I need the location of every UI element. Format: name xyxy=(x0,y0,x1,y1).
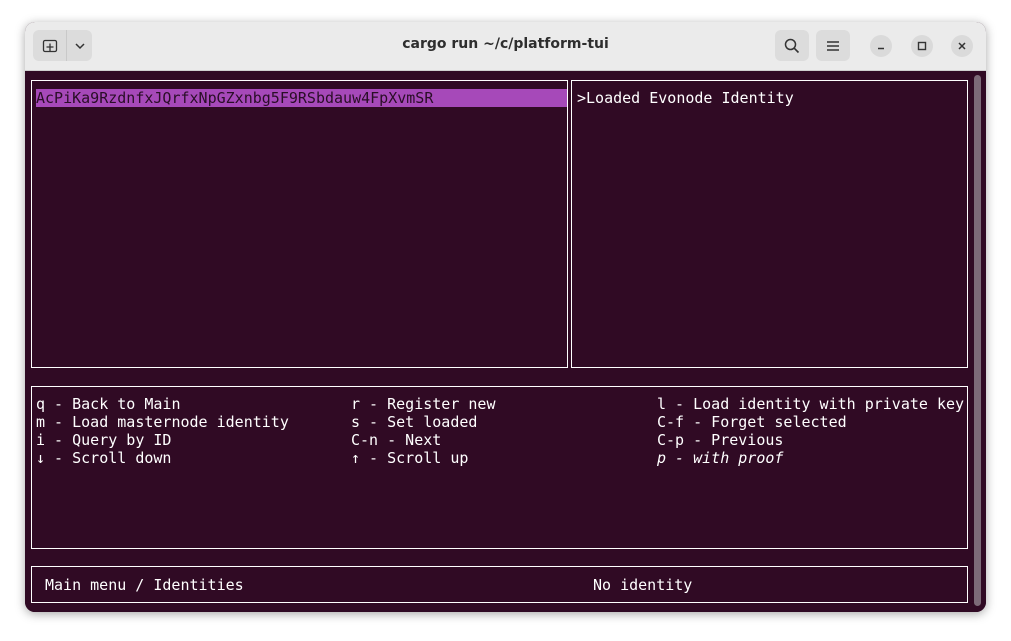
keybinding-load-private-key: l - Load identity with private key xyxy=(657,395,965,413)
menu-button[interactable] xyxy=(816,30,850,61)
terminal-area[interactable]: AcPiKa9RzdnfxJQrfxNpGZxnbg5F9RSbdauw4FpX… xyxy=(25,71,986,612)
breadcrumb: Main menu / Identities xyxy=(45,576,244,594)
minimize-icon xyxy=(878,47,884,50)
close-button[interactable] xyxy=(951,35,973,57)
terminal-window: cargo run ~/c/platform-tui AcPiKa9Rzdnfx… xyxy=(25,22,986,612)
status-bar: Main menu / Identities No identity xyxy=(31,566,968,603)
keybinding-previous: C-p - Previous xyxy=(657,431,784,449)
keybinding-query-by-id: i - Query by ID xyxy=(36,431,172,449)
close-icon xyxy=(958,42,966,50)
keybindings-column-1: q - Back to Main m - Load masternode ide… xyxy=(36,395,289,467)
identity-detail-text: >Loaded Evonode Identity xyxy=(577,89,794,107)
keybinding-scroll-down: ↓ - Scroll down xyxy=(36,449,172,467)
keybinding-back-to-main: q - Back to Main xyxy=(36,395,181,413)
keybinding-register-new: r - Register new xyxy=(351,395,496,413)
identity-list-panel: AcPiKa9RzdnfxJQrfxNpGZxnbg5F9RSbdauw4FpX… xyxy=(31,80,568,368)
search-icon xyxy=(784,38,800,53)
identity-status: No identity xyxy=(593,576,693,594)
identity-detail-panel: >Loaded Evonode Identity xyxy=(571,80,968,368)
scrollbar[interactable] xyxy=(974,75,981,606)
keybinding-set-loaded: s - Set loaded xyxy=(351,413,478,431)
title-bar: cargo run ~/c/platform-tui xyxy=(25,22,986,71)
maximize-button[interactable] xyxy=(911,35,933,57)
keybinding-scroll-up: ↑ - Scroll up xyxy=(351,449,469,467)
identity-list-item-selected[interactable]: AcPiKa9RzdnfxJQrfxNpGZxnbg5F9RSbdauw4FpX… xyxy=(36,89,567,107)
keybinding-load-masternode: m - Load masternode identity xyxy=(36,413,289,431)
keybindings-panel: q - Back to Main m - Load masternode ide… xyxy=(31,386,968,549)
maximize-icon xyxy=(917,41,927,51)
keybinding-forget-selected: C-f - Forget selected xyxy=(657,413,847,431)
keybinding-next: C-n - Next xyxy=(351,431,442,449)
keybindings-column-2: r - Register new s - Set loaded C-n - Ne… xyxy=(351,395,496,467)
search-button[interactable] xyxy=(775,30,809,61)
hamburger-menu-icon xyxy=(827,40,839,51)
keybindings-column-3: l - Load identity with private key C-f -… xyxy=(657,395,964,467)
keybinding-with-proof: p - with proof xyxy=(657,449,784,467)
minimize-button[interactable] xyxy=(870,35,892,57)
